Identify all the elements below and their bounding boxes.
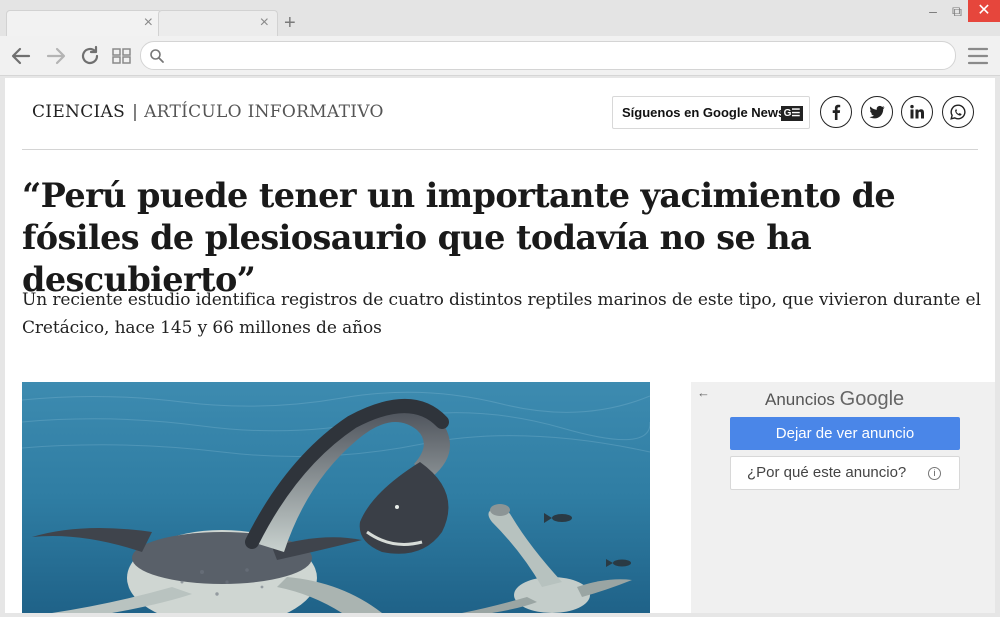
twitter-icon bbox=[869, 105, 885, 119]
why-this-ad-label: ¿Por qué este anuncio? bbox=[747, 464, 907, 481]
breadcrumb: CIENCIAS | ARTÍCULO INFORMATIVO bbox=[32, 102, 384, 122]
subsection-label: ARTÍCULO INFORMATIVO bbox=[144, 102, 384, 122]
google-news-icon: G☰ bbox=[781, 106, 803, 121]
apps-grid-icon[interactable] bbox=[110, 44, 134, 68]
follow-google-news-button[interactable]: Síguenos en Google News G☰ bbox=[612, 96, 810, 129]
ad-title-prefix: Anuncios bbox=[765, 390, 835, 409]
menu-icon[interactable] bbox=[966, 44, 990, 68]
hero-image-plesiosaurs[interactable] bbox=[22, 382, 650, 613]
google-logo-text: Google bbox=[839, 388, 905, 410]
whatsapp-icon bbox=[950, 104, 966, 120]
ad-panel: ← Anuncios Google Dejar de ver anuncio ¿… bbox=[691, 382, 995, 613]
close-window-button[interactable]: ✕ bbox=[968, 0, 1000, 22]
share-whatsapp-button[interactable] bbox=[942, 96, 974, 128]
browser-tabstrip: × × + – ⧉ ✕ bbox=[0, 0, 1000, 36]
article-subheadline: Un reciente estudio identifica registros… bbox=[22, 290, 981, 338]
article-headline: “Perú puede tener un importante yacimien… bbox=[22, 176, 896, 299]
tab-close-icon[interactable]: × bbox=[144, 14, 153, 32]
info-icon: i bbox=[928, 467, 941, 480]
address-bar[interactable] bbox=[140, 41, 956, 70]
section-link[interactable]: CIENCIAS bbox=[32, 102, 125, 122]
follow-google-news-label: Síguenos en Google News bbox=[622, 105, 786, 120]
header-divider bbox=[22, 149, 978, 150]
breadcrumb-separator: | bbox=[132, 102, 139, 122]
browser-toolbar bbox=[0, 36, 1000, 76]
ad-title: Anuncios Google bbox=[765, 388, 904, 411]
share-facebook-button[interactable] bbox=[820, 96, 852, 128]
back-arrow-icon[interactable] bbox=[9, 44, 33, 68]
share-twitter-button[interactable] bbox=[861, 96, 893, 128]
back-arrow-icon[interactable]: ← bbox=[697, 385, 710, 400]
address-input[interactable] bbox=[169, 45, 939, 67]
linkedin-icon bbox=[910, 104, 924, 119]
minimize-button[interactable]: – bbox=[920, 0, 946, 22]
why-this-ad-button[interactable]: ¿Por qué este anuncio? i bbox=[730, 456, 960, 490]
browser-tab[interactable]: × bbox=[158, 10, 278, 36]
page-viewport: CIENCIAS | ARTÍCULO INFORMATIVO Síguenos e… bbox=[5, 78, 995, 613]
forward-arrow-icon[interactable] bbox=[44, 44, 68, 68]
stop-seeing-ad-button[interactable]: Dejar de ver anuncio bbox=[730, 417, 960, 450]
maximize-button[interactable]: ⧉ bbox=[944, 0, 970, 22]
reload-icon[interactable] bbox=[78, 44, 102, 68]
share-linkedin-button[interactable] bbox=[901, 96, 933, 128]
tab-close-icon[interactable]: × bbox=[260, 14, 269, 32]
new-tab-button[interactable]: + bbox=[284, 12, 296, 34]
facebook-icon bbox=[832, 104, 841, 120]
browser-tab[interactable]: × bbox=[6, 10, 162, 36]
search-icon bbox=[150, 49, 164, 63]
